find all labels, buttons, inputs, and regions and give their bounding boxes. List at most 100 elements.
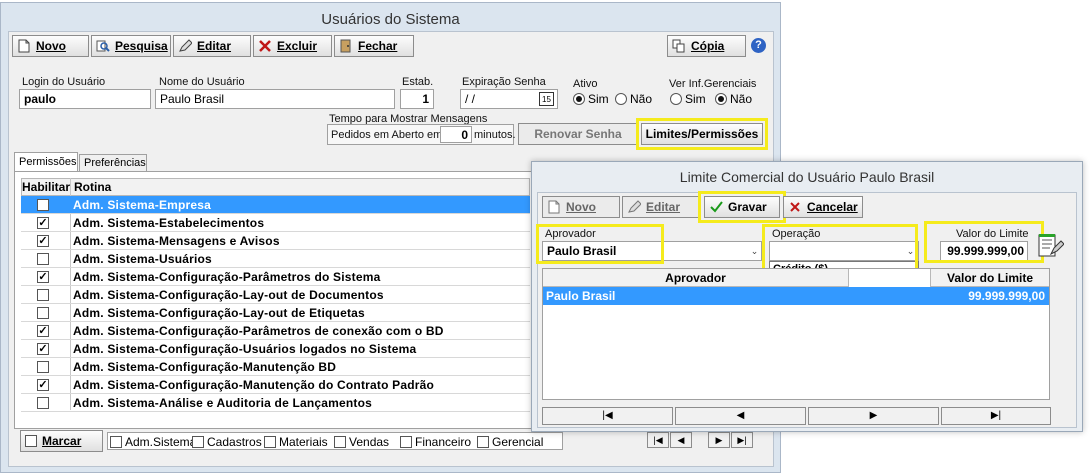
checkbox-icon [110,436,122,448]
ver-sim-radio[interactable]: Sim [670,92,706,106]
table-row[interactable]: Adm. Sistema-Empresa [21,196,530,214]
rotina-label: Adm. Sistema-Configuração-Manutenção BD [73,360,337,374]
ativo-label: Ativo [573,78,598,90]
checkbox-checked-icon[interactable]: ✓ [37,343,49,355]
table-row[interactable]: ✓ Adm. Sistema-Configuração-Parâmetros de… [21,322,530,340]
table-row[interactable]: Adm. Sistema-Configuração-Lay-out de Eti… [21,304,530,322]
nome-field[interactable]: Paulo Brasil [155,89,395,109]
novo-button[interactable]: Novo [12,35,89,57]
checkbox-checked-icon[interactable]: ✓ [37,217,49,229]
cancel-icon [788,200,802,214]
rotina-label: Adm. Sistema-Mensagens e Avisos [73,234,280,248]
rotina-label: Adm. Sistema-Configuração-Lay-out de Doc… [73,288,384,302]
notepad-edit-icon[interactable] [1036,232,1065,260]
edit-icon [178,39,193,53]
new-document-icon [17,39,31,53]
prev-record-button[interactable]: ◀ [670,432,692,448]
login-field[interactable]: paulo [19,89,151,109]
chevron-down-icon[interactable]: ⌄ [748,243,761,259]
filter-checkbox[interactable]: Adm.Sistema [110,435,196,449]
table-row[interactable]: ✓ Adm. Sistema-Mensagens e Avisos [21,232,530,250]
radio-off-icon [615,93,627,105]
filter-checkbox[interactable]: Gerencial [477,435,543,449]
pedidos-label: Pedidos em Aberto em [331,129,443,141]
checkbox-checked-icon[interactable]: ✓ [37,379,49,391]
table-row[interactable]: Adm. Sistema-Configuração-Manutenção BD [21,358,530,376]
rotina-label: Adm. Sistema-Usuários [73,252,212,266]
filter-checkbox[interactable]: Financeiro [400,435,471,449]
marcar-button[interactable]: Marcar [20,430,103,452]
tab-preferencias[interactable]: Preferências [79,154,147,172]
table-row[interactable]: Adm. Sistema-Usuários [21,250,530,268]
dialog-grid-header-valor[interactable]: Valor do Limite [930,269,1049,287]
checkbox-checked-icon[interactable]: ✓ [37,271,49,283]
dialog-next-button[interactable]: ▶ [808,407,939,425]
edit-icon [627,200,642,214]
fechar-button[interactable]: Fechar [334,35,414,57]
dialog-cancelar-button[interactable]: Cancelar [783,196,863,218]
pesquisa-button[interactable]: Pesquisa [91,35,171,57]
rotina-label: Adm. Sistema-Configuração-Usuários logad… [73,342,417,356]
table-row[interactable]: ✓ Adm. Sistema-Configuração-Parâmetros do… [21,268,530,286]
col-habilitar-header[interactable]: Habilitar [22,180,70,194]
col-rotina-header[interactable]: Rotina [74,180,111,194]
dialog-first-button[interactable]: |◀ [542,407,673,425]
copia-button[interactable]: Cópia [667,35,746,57]
dialog-title: Limite Comercial do Usuário Paulo Brasil [679,169,935,185]
rotina-label: Adm. Sistema-Configuração-Parâmetros do … [73,270,381,284]
checkbox-icon[interactable] [37,307,49,319]
checkbox-icon[interactable] [37,361,49,373]
checkbox-checked-icon[interactable]: ✓ [37,235,49,247]
editar-button[interactable]: Editar [173,35,251,57]
filter-checkbox[interactable]: Vendas [334,435,389,449]
checkbox-icon[interactable] [37,199,49,211]
dialog-row-aprovador: Paulo Brasil [546,289,616,303]
last-record-button[interactable]: ▶| [731,432,753,448]
close-door-icon [339,39,353,53]
checkbox-icon [477,436,489,448]
estab-field[interactable]: 1 [400,89,434,109]
expiracao-label: Expiração Senha [462,76,546,88]
ativo-nao-radio[interactable]: Não [615,92,652,106]
radio-on-icon [715,93,727,105]
checkbox-icon[interactable] [37,253,49,265]
table-row[interactable]: ✓ Adm. Sistema-Configuração-Manutenção do… [21,376,530,394]
filter-label: Gerencial [492,435,544,449]
first-record-button[interactable]: |◀ [647,432,669,448]
dialog-last-button[interactable]: ▶| [941,407,1051,425]
next-record-button[interactable]: ▶ [708,432,730,448]
rotina-label: Adm. Sistema-Configuração-Lay-out de Eti… [73,306,365,320]
main-window-title: Usuários do Sistema [321,11,460,28]
ver-nao-radio[interactable]: Não [715,92,752,106]
dialog-editar-button[interactable]: Editar [622,196,700,218]
table-row[interactable]: Adm. Sistema-Análise e Auditoria de Lanç… [21,394,530,412]
table-row[interactable]: ✓ Adm. Sistema-Estabelecimentos [21,214,530,232]
ativo-sim-radio[interactable]: Sim [573,92,609,106]
help-icon[interactable]: ? [751,38,766,53]
filter-label: Cadastros [207,435,262,449]
checkbox-checked-icon[interactable]: ✓ [37,325,49,337]
calendar-icon[interactable]: 15 [539,92,554,106]
excluir-button[interactable]: Excluir [253,35,332,57]
dialog-novo-button[interactable]: Novo [542,196,620,218]
rotina-label: Adm. Sistema-Estabelecimentos [73,216,265,230]
checkbox-icon[interactable] [37,289,49,301]
pedidos-field[interactable]: 0 [440,126,472,143]
checkbox-icon [264,436,276,448]
dialog-grid-header-aprovador[interactable]: Aprovador [543,269,849,287]
dialog-prev-button[interactable]: ◀ [675,407,806,425]
nome-label: Nome do Usuário [159,76,245,88]
radio-on-icon [573,93,585,105]
filter-checkbox[interactable]: Materiais [264,435,328,449]
tab-permissoes[interactable]: Permissões [14,152,78,172]
checkbox-icon [192,436,204,448]
table-row[interactable]: ✓ Adm. Sistema-Configuração-Usuários loga… [21,340,530,358]
table-row[interactable]: Adm. Sistema-Configuração-Lay-out de Doc… [21,286,530,304]
checkbox-icon[interactable] [37,397,49,409]
highlight-valor [924,221,1044,263]
minutos-label: minutos. [474,129,516,141]
delete-icon [258,39,272,53]
filter-checkbox[interactable]: Cadastros [192,435,262,449]
copy-icon [672,39,686,53]
renovar-senha-button[interactable]: Renovar Senha [518,123,638,145]
